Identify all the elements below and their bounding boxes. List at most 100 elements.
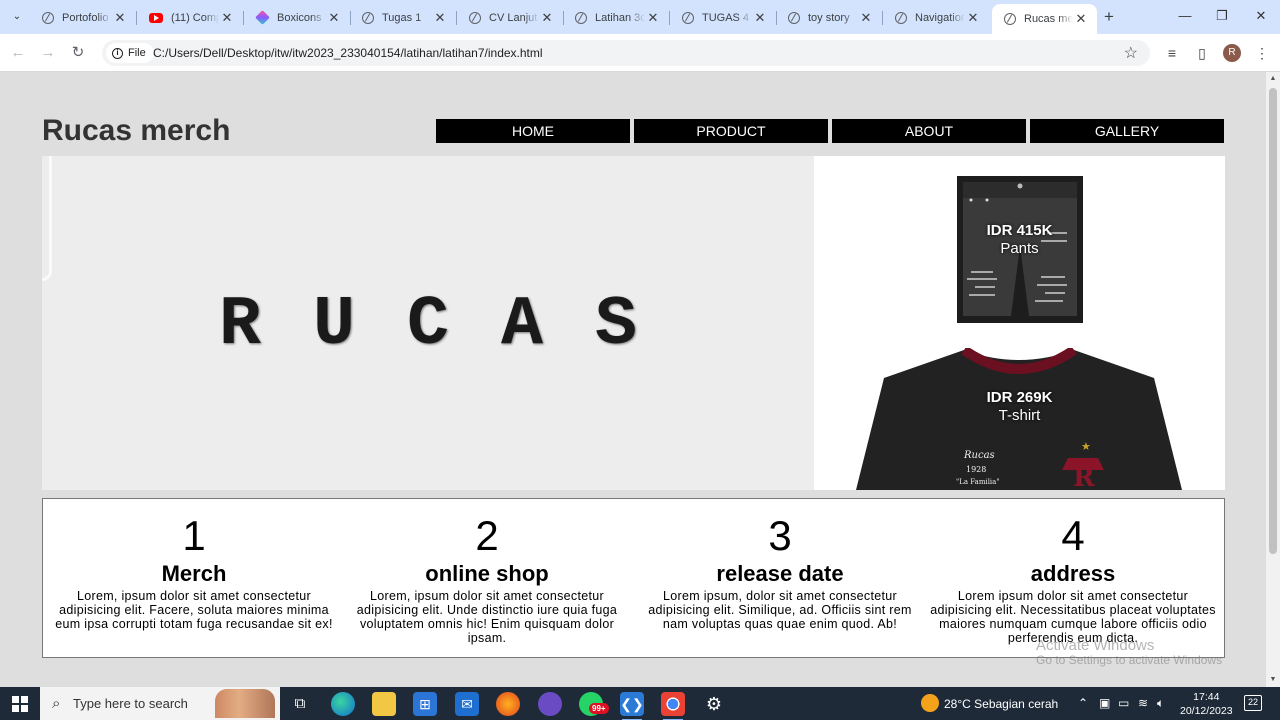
shirt-print-brand: Rucas xyxy=(963,450,995,461)
hero-brand-text: RUCAS xyxy=(218,286,690,365)
battery-icon[interactable]: ▭ xyxy=(1118,696,1129,710)
new-tab-button[interactable]: + xyxy=(1099,8,1119,26)
feature-number: 4 xyxy=(1061,512,1085,559)
browser-tab[interactable]: CV Lanjuta ✕ xyxy=(457,5,564,30)
browser-tab[interactable]: Navigation ✕ xyxy=(883,5,989,30)
feature-title: release date xyxy=(716,561,844,586)
taskbar-clock[interactable]: 17:44 20/12/2023 xyxy=(1180,690,1233,718)
site-info-chip[interactable]: i File xyxy=(106,43,154,63)
globe-icon xyxy=(1004,13,1016,25)
features-section: 1 Merch Lorem, ipsum dolor sit amet cons… xyxy=(42,498,1225,658)
scrollbar-thumb[interactable] xyxy=(1269,88,1277,554)
side-panel-icon[interactable]: ▯ xyxy=(1192,43,1212,63)
tab-close-icon[interactable]: ✕ xyxy=(539,10,555,26)
scroll-up-arrow-icon[interactable]: ▲ xyxy=(1266,72,1280,86)
windows-taskbar: ⌕ Type here to search ⧉ ⊞ ✉ 99+ ❮❯ ⚙ 28°… xyxy=(0,687,1280,720)
task-view-icon[interactable]: ⧉ xyxy=(288,692,312,716)
feature-number: 3 xyxy=(768,512,792,559)
firefox-icon[interactable] xyxy=(496,692,520,716)
discord-icon[interactable] xyxy=(538,692,562,716)
settings-gear-icon[interactable]: ⚙ xyxy=(702,692,726,716)
nav-about[interactable]: ABOUT xyxy=(832,119,1026,143)
browser-toolbar: ← → ↻ i File C:/Users/Dell/Desktop/itw/i… xyxy=(0,34,1280,72)
tab-title: Boxicons xyxy=(277,11,322,24)
tab-close-icon[interactable]: ✕ xyxy=(112,10,128,26)
feature-card: 1 Merch Lorem, ipsum dolor sit amet cons… xyxy=(49,511,339,631)
feature-description: Lorem ipsum, dolor sit amet consectetur … xyxy=(648,589,912,631)
watermark-title: Activate Windows xyxy=(1036,637,1155,654)
edge-browser-icon[interactable] xyxy=(331,692,355,716)
minimize-icon[interactable]: — xyxy=(1175,6,1195,26)
back-arrow-icon[interactable]: ← xyxy=(8,43,28,63)
tab-close-icon[interactable]: ✕ xyxy=(1073,11,1089,27)
feature-card: 2 online shop Lorem, ipsum dolor sit ame… xyxy=(342,511,632,645)
wifi-icon[interactable]: ≋ xyxy=(1138,696,1148,710)
tab-close-icon[interactable]: ✕ xyxy=(965,10,981,26)
mail-icon[interactable]: ✉ xyxy=(455,692,479,716)
feature-card: 3 release date Lorem ipsum, dolor sit am… xyxy=(635,511,925,631)
weather-text[interactable]: 28°C Sebagian cerah xyxy=(944,697,1058,711)
network-device-icon[interactable]: ▣ xyxy=(1099,696,1110,710)
feature-description: Lorem, ipsum dolor sit amet consectetur … xyxy=(356,589,618,645)
weather-sun-icon[interactable] xyxy=(921,694,939,712)
windows-start-icon[interactable] xyxy=(12,696,28,712)
nav-gallery[interactable]: GALLERY xyxy=(1030,119,1224,143)
tab-strip: ⌄ Portofolio ✕ (11) Comp ✕ Boxicons ✕ Tugas 1 ✕… xyxy=(0,0,1280,34)
feature-number: 1 xyxy=(182,512,206,559)
feature-card: 4 address Lorem ipsum dolor sit amet con… xyxy=(928,511,1218,645)
globe-icon xyxy=(895,11,907,24)
product-panel: IDR 415K Pants Rucas 1928 "La Familia" R… xyxy=(814,156,1225,490)
browser-tab[interactable]: Portofolio ✕ xyxy=(30,5,137,30)
decorative-curl xyxy=(42,156,52,281)
vertical-scrollbar[interactable]: ▲ ▼ xyxy=(1266,72,1280,687)
vscode-icon[interactable]: ❮❯ xyxy=(620,692,644,720)
notification-center-icon[interactable]: 22 xyxy=(1244,695,1262,711)
product-label-pants: IDR 415K Pants xyxy=(814,222,1225,258)
tray-chevron-icon[interactable]: ⌃ xyxy=(1078,696,1088,710)
restore-icon[interactable]: ❐ xyxy=(1212,6,1232,26)
tab-title: Rucas mer xyxy=(1024,13,1073,25)
forward-arrow-icon[interactable]: → xyxy=(38,43,58,63)
tab-close-icon[interactable]: ✕ xyxy=(752,10,768,26)
tab-close-icon[interactable]: ✕ xyxy=(326,10,342,26)
taskbar-search-box[interactable]: ⌕ Type here to search xyxy=(40,687,280,720)
reload-icon[interactable]: ↻ xyxy=(68,43,88,63)
tab-close-icon[interactable]: ✕ xyxy=(645,10,661,26)
browser-tab[interactable]: Latihan 3d ✕ xyxy=(563,5,670,30)
bookmark-star-icon[interactable]: ☆ xyxy=(1124,43,1138,63)
tab-close-icon[interactable]: ✕ xyxy=(858,10,874,26)
browser-tab[interactable]: Tugas 1 ✕ xyxy=(350,5,457,30)
nav-home[interactable]: HOME xyxy=(436,119,630,143)
globe-icon xyxy=(575,11,587,24)
address-bar[interactable]: i File C:/Users/Dell/Desktop/itw/itw2023… xyxy=(102,40,1150,66)
profile-avatar[interactable]: R xyxy=(1223,44,1241,62)
tab-title: (11) Comp xyxy=(171,11,219,24)
browser-tab[interactable]: Rucas mer ✕ xyxy=(992,4,1097,34)
nav-product[interactable]: PRODUCT xyxy=(634,119,828,143)
svg-text:★: ★ xyxy=(1081,441,1091,453)
scroll-down-arrow-icon[interactable]: ▼ xyxy=(1266,673,1280,687)
globe-icon xyxy=(42,11,54,24)
browser-tab[interactable]: (11) Comp ✕ xyxy=(137,5,244,30)
globe-icon xyxy=(469,11,481,24)
feature-title: Merch xyxy=(161,561,227,586)
file-explorer-icon[interactable] xyxy=(372,692,396,716)
browser-tab[interactable]: TUGAS 4 ✕ xyxy=(670,5,777,30)
tab-title: TUGAS 4 xyxy=(702,11,750,24)
browser-tab[interactable]: toy story ✕ xyxy=(776,5,883,30)
product-price: IDR 415K xyxy=(986,222,1053,239)
menu-kebab-icon[interactable]: ⋮ xyxy=(1252,43,1272,63)
tab-close-icon[interactable]: ✕ xyxy=(219,10,235,26)
close-window-icon[interactable]: ✕ xyxy=(1251,6,1271,26)
chrome-icon[interactable] xyxy=(661,692,685,720)
taskbar-search-placeholder: Type here to search xyxy=(73,696,188,711)
tab-close-icon[interactable]: ✕ xyxy=(432,10,448,26)
tab-search-chevron-icon[interactable]: ⌄ xyxy=(6,7,28,27)
volume-icon[interactable]: 🔈︎ xyxy=(1157,696,1164,711)
url-text[interactable]: C:/Users/Dell/Desktop/itw/itw2023_233040… xyxy=(153,46,543,60)
media-queue-icon[interactable]: ≡ xyxy=(1162,43,1182,63)
globe-icon xyxy=(788,11,800,24)
browser-tab[interactable]: Boxicons ✕ xyxy=(244,5,351,30)
search-icon: ⌕ xyxy=(52,695,61,712)
microsoft-store-icon[interactable]: ⊞ xyxy=(413,692,437,716)
